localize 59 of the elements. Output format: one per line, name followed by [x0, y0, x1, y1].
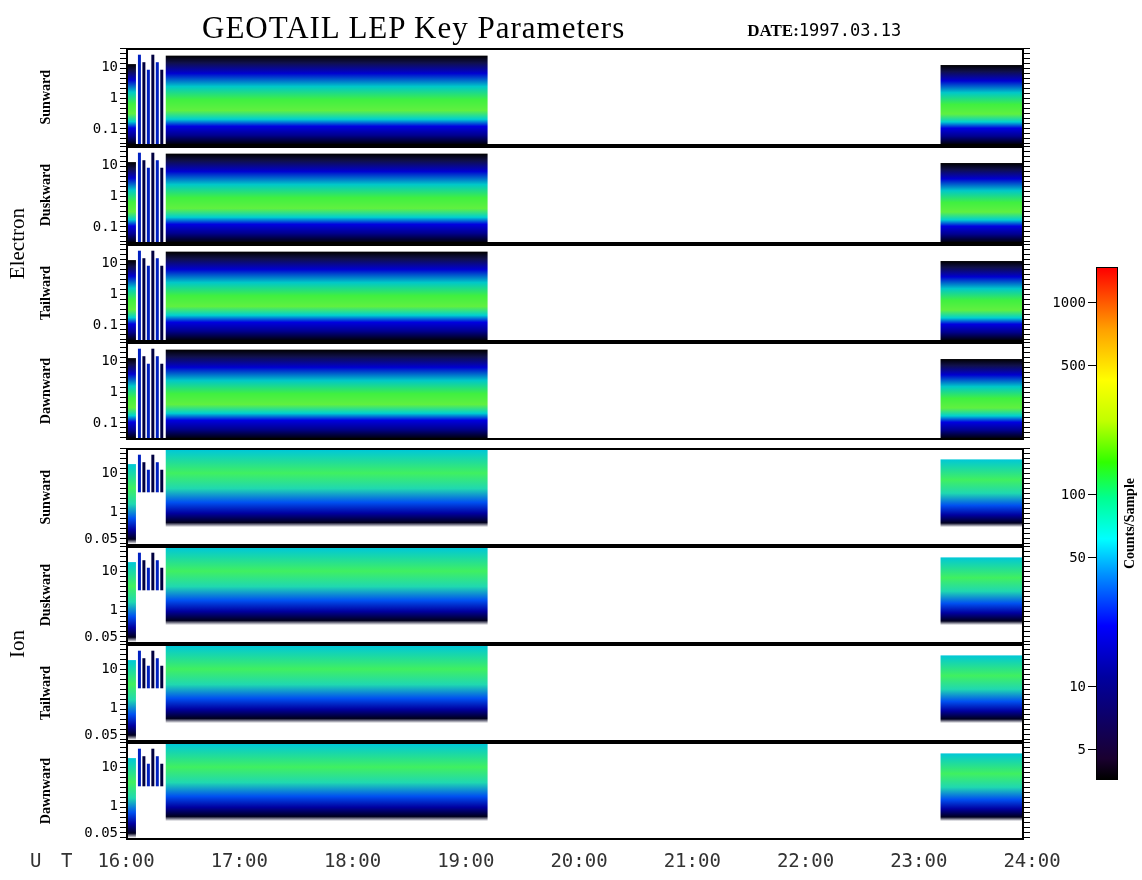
time-tick-label: 24:00 — [1002, 849, 1062, 871]
colorbar-title: Counts/Sample — [1122, 478, 1138, 569]
time-tick-label: 20:00 — [549, 849, 609, 871]
axis-tick-label: 0.05 — [84, 726, 118, 743]
tick-mark — [1088, 493, 1096, 495]
axis-tick-label: 1 — [109, 601, 118, 618]
time-tick-label: 19:00 — [436, 849, 496, 871]
axis-tick-label: 0.1 — [92, 120, 118, 137]
tick-mark — [1088, 748, 1096, 750]
axis-tick-label: 1 — [109, 797, 118, 814]
direction-label: Duskward — [38, 563, 54, 627]
colorbar-tick-label: 100 — [1060, 486, 1086, 502]
tick-mark — [1088, 364, 1096, 366]
tick-mark — [1088, 685, 1096, 687]
time-tick-label: 21:00 — [662, 849, 722, 871]
species-label: Ion — [4, 630, 30, 658]
axis-tick-label: 10 — [101, 758, 118, 775]
axis-tick-label: 0.1 — [92, 218, 118, 235]
time-tick-label: 22:00 — [775, 849, 836, 871]
axis-tick-label: 0.1 — [92, 316, 118, 333]
direction-label: Tailward — [38, 266, 54, 320]
colorbar-tick-label: 50 — [1069, 549, 1086, 565]
axis-tick-label: 1 — [109, 285, 118, 302]
direction-label: Sunward — [38, 469, 54, 525]
colorbar-tick-label: 500 — [1060, 357, 1086, 373]
axis-tick-label: 10 — [101, 464, 118, 481]
axis-tick-label: 10 — [101, 254, 118, 271]
tick-mark — [1088, 301, 1096, 303]
axis-tick-label: 0.05 — [84, 824, 118, 841]
tick-mark — [1088, 556, 1096, 558]
direction-label: Dawnward — [38, 357, 54, 425]
axis-tick-label: 10 — [101, 58, 118, 75]
axis-tick-label: 0.1 — [92, 414, 118, 431]
species-label: Electron — [4, 208, 30, 280]
colorbar-tick-label: 5 — [1077, 741, 1086, 757]
axis-tick-label: 1 — [109, 699, 118, 716]
plot-title: GEOTAIL LEP Key Parameters — [202, 10, 626, 46]
direction-label: Sunward — [38, 69, 54, 125]
axis-tick-label: 1 — [109, 187, 118, 204]
direction-label: Duskward — [38, 163, 54, 227]
axis-tick-label: 10 — [101, 660, 118, 677]
axis-tick-label: 0.05 — [84, 628, 118, 645]
axis-tick-label: 1 — [109, 89, 118, 106]
axis-tick-label: 10 — [101, 562, 118, 579]
axis-tick-label: 1 — [109, 503, 118, 520]
direction-label: Dawnward — [38, 757, 54, 825]
colorbar-tick-label: 10 — [1069, 678, 1086, 694]
axis-tick-label: 10 — [101, 352, 118, 369]
time-tick-label: 18:00 — [322, 849, 383, 871]
time-tick-label: 23:00 — [889, 849, 949, 871]
direction-label: Tailward — [38, 666, 54, 720]
colorbar-tick-label: 1000 — [1052, 294, 1086, 310]
axis-label: U T — [30, 849, 78, 871]
time-tick-label: 17:00 — [209, 849, 269, 871]
axis-tick-label: 10 — [101, 156, 118, 173]
plot-date: DATE:1997.03.13 — [747, 20, 902, 41]
time-tick-label: 16:00 — [96, 849, 156, 871]
axis-tick-label: 1 — [109, 383, 118, 400]
axis-tick-label: 0.05 — [84, 530, 118, 547]
